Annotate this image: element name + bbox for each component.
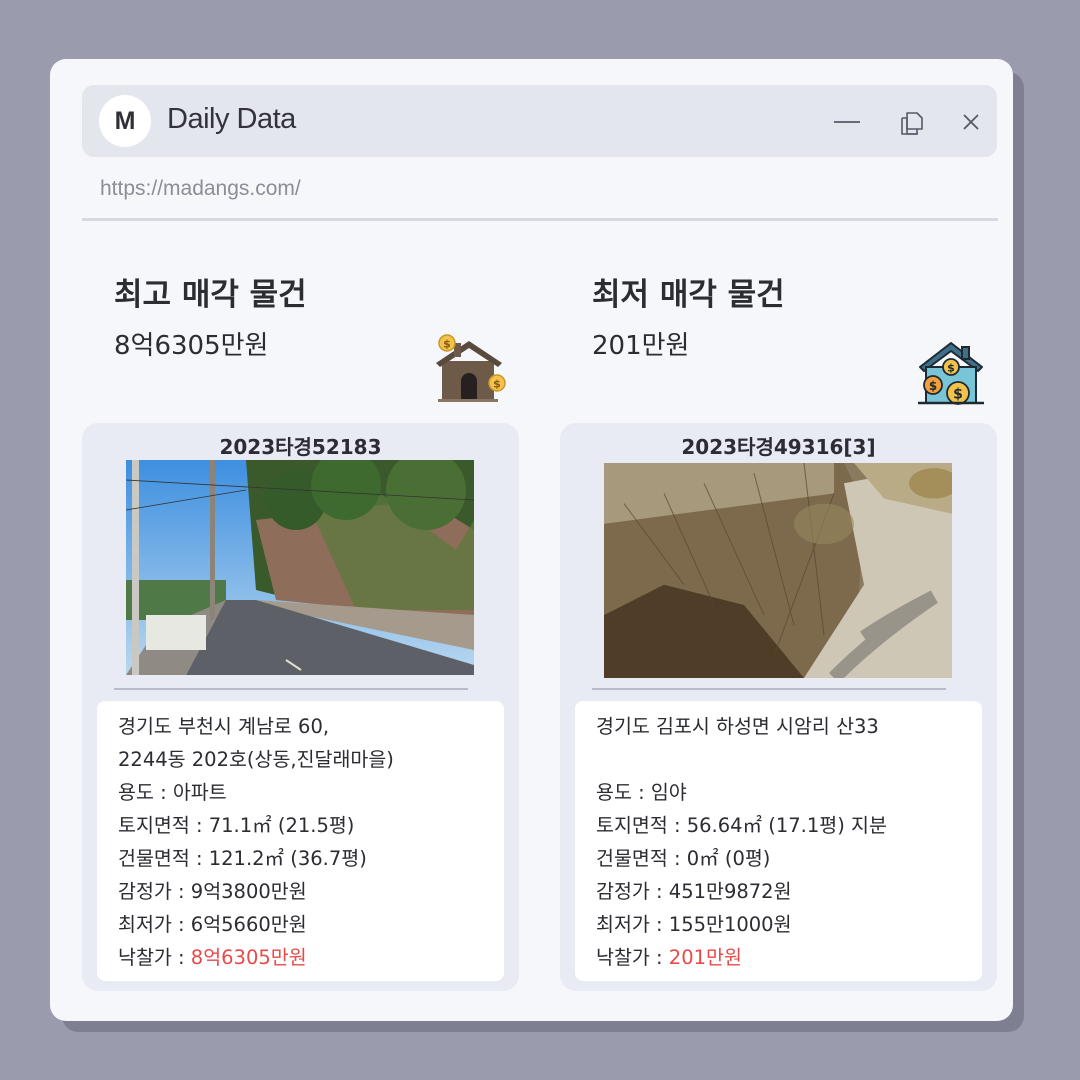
svg-text:$: $ xyxy=(953,387,963,403)
title-bar: M Daily Data xyxy=(82,85,997,157)
highest-amount: 8억6305만원 xyxy=(114,331,269,361)
winning-bid-label: 낙찰가 : xyxy=(596,946,669,969)
address-line-2: 2244동 202호(상동,진달래마을) xyxy=(118,748,394,771)
property-photo[interactable] xyxy=(604,463,952,678)
svg-text:$: $ xyxy=(443,338,451,351)
highest-property-card[interactable]: 2023타경52183 경기도 부천시 계남로 60, 2244동 202호(상… xyxy=(82,423,519,991)
address-line-1: 경기도 김포시 하성면 시암리 산33 xyxy=(596,715,879,738)
app-avatar[interactable]: M xyxy=(99,95,151,147)
lowest-property-card[interactable]: 2023타경49316[3] 경기도 김포시 하성면 시암리 산33 용도: … xyxy=(560,423,997,991)
address-url[interactable]: https://madangs.com/ xyxy=(100,177,301,201)
winning-bid-line: 낙찰가 : 8억6305만원 xyxy=(118,941,504,974)
land-area-line: 토지면적 : 71.1㎡ (21.5평) xyxy=(118,814,355,837)
appraisal-line: 감정가 : 9억3800만원 xyxy=(118,880,307,903)
svg-text:$: $ xyxy=(929,379,937,393)
close-icon[interactable] xyxy=(956,107,986,137)
app-title: Daily Data xyxy=(167,103,296,135)
minimum-price-line: 최저가 : 6억5660만원 xyxy=(118,913,307,936)
case-number[interactable]: 2023타경49316[3] xyxy=(560,431,997,460)
appraisal-line: 감정가 : 451만9872원 xyxy=(596,880,792,903)
house-coins-icon: $ $ xyxy=(436,334,506,402)
lowest-amount: 201만원 xyxy=(592,331,690,361)
address-line-2 xyxy=(596,743,982,776)
card-divider xyxy=(592,688,946,690)
svg-text:$: $ xyxy=(493,378,501,391)
property-info-panel: 경기도 김포시 하성면 시암리 산33 용도 : 임야 토지면적 : 56.64… xyxy=(575,701,982,981)
card-divider xyxy=(114,688,468,690)
property-photo[interactable] xyxy=(126,460,474,675)
land-area-line: 토지면적 : 56.64㎡ (17.1평) 지분 xyxy=(596,814,887,837)
winning-bid-value: 201만원 xyxy=(668,946,742,969)
restore-icon[interactable] xyxy=(896,107,926,137)
usage-line: 용도 : 아파트 xyxy=(118,781,227,804)
app-window: M Daily Data https://madangs.com/ 최고 매각 … xyxy=(50,59,1013,1021)
usage-line: 용도 : 임야 xyxy=(596,781,687,804)
winning-bid-line: 낙찰가 : 201만원 xyxy=(596,941,982,974)
winning-bid-label: 낙찰가 : xyxy=(118,946,191,969)
svg-text:$: $ xyxy=(947,362,955,375)
minimum-price-line: 최저가 : 155만1000원 xyxy=(596,913,792,936)
building-area-line: 건물면적 : 121.2㎡ (36.7평) xyxy=(118,847,367,870)
house-money-icon: $ $ $ xyxy=(918,342,984,405)
case-number[interactable]: 2023타경52183 xyxy=(82,431,519,460)
highest-heading: 최고 매각 물건 xyxy=(114,277,307,313)
property-info-panel: 경기도 부천시 계남로 60, 2244동 202호(상동,진달래마을) 용도 … xyxy=(97,701,504,981)
lowest-heading: 최저 매각 물건 xyxy=(592,277,785,313)
header-divider xyxy=(82,218,998,221)
minimize-icon[interactable] xyxy=(832,107,862,137)
address-line-1: 경기도 부천시 계남로 60, xyxy=(118,715,330,738)
winning-bid-value: 8억6305만원 xyxy=(190,946,307,969)
building-area-line: 건물면적 : 0㎡ (0평) xyxy=(596,847,771,870)
